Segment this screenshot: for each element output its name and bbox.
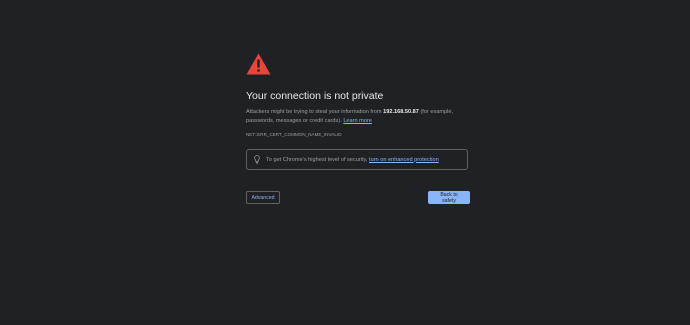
host-address: 192.168.50.87 — [383, 109, 419, 115]
enhanced-protection-text: To get Chrome’s highest level of securit… — [266, 157, 439, 163]
warning-description: Attackers might be trying to steal your … — [246, 108, 471, 126]
lightbulb-icon — [254, 155, 260, 164]
description-prefix: Attackers might be trying to steal your … — [246, 109, 384, 115]
protection-prefix: To get Chrome’s highest level of securit… — [266, 156, 370, 163]
warning-triangle-icon — [246, 53, 271, 75]
interstitial-page: Your connection is not private Attackers… — [0, 0, 690, 325]
enhanced-protection-link[interactable]: turn on enhanced protection — [369, 157, 439, 163]
advanced-button[interactable]: Advanced — [246, 191, 280, 204]
back-to-safety-button[interactable]: Back to safety — [428, 191, 470, 204]
page-title: Your connection is not private — [246, 90, 384, 102]
learn-more-link[interactable]: Learn more — [343, 118, 372, 124]
interstitial-content: Your connection is not private Attackers… — [246, 53, 471, 137]
error-code: NET::ERR_CERT_COMMON_NAME_INVALID — [246, 132, 342, 137]
enhanced-protection-box: To get Chrome’s highest level of securit… — [246, 149, 468, 170]
